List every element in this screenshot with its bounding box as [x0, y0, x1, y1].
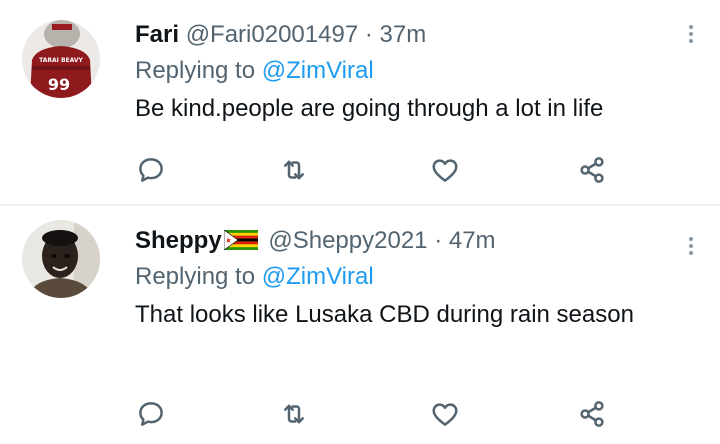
- tweet-header: Fari @Fari02001497 · 37m: [135, 18, 680, 52]
- retweet-button[interactable]: [274, 394, 314, 434]
- timestamp[interactable]: 37m: [380, 21, 427, 48]
- svg-text:99: 99: [48, 75, 70, 94]
- share-button[interactable]: [572, 394, 612, 434]
- share-button[interactable]: [572, 150, 612, 190]
- display-name[interactable]: Fari: [135, 21, 179, 48]
- tweet-content: Sheppy @Sheppy2021 · 47m Replying to @Zi…: [135, 224, 680, 334]
- like-icon: [432, 159, 458, 182]
- reply-icon: [139, 158, 163, 182]
- separator-dot: ·: [434, 227, 443, 254]
- reply-button[interactable]: [131, 394, 171, 434]
- tweet-text: That looks like Lusaka CBD during rain s…: [135, 301, 634, 328]
- avatar-image: TARAI BEAVY 99: [22, 20, 100, 98]
- share-icon: [580, 157, 604, 183]
- zimbabwe-flag-icon: [223, 230, 258, 250]
- reply-icon: [139, 402, 163, 426]
- tweet[interactable]: TARAI BEAVY 99 Fari @Fari02001497 · 37m …: [0, 0, 720, 204]
- replying-prefix: Replying to: [135, 263, 256, 290]
- more-icon[interactable]: [688, 22, 694, 46]
- replying-to: Replying to @ZimViral: [135, 54, 680, 88]
- more-icon[interactable]: [688, 234, 694, 258]
- tweet-content: Fari @Fari02001497 · 37m Replying to @Zi…: [135, 18, 680, 128]
- retweet-button[interactable]: [274, 150, 314, 190]
- retweet-icon: [284, 404, 304, 424]
- tweet-header: Sheppy @Sheppy2021 · 47m: [135, 224, 680, 258]
- separator-dot: ·: [364, 21, 373, 48]
- like-button[interactable]: [425, 394, 465, 434]
- retweet-icon: [284, 160, 304, 180]
- like-icon: [432, 403, 458, 426]
- like-button[interactable]: [425, 150, 465, 190]
- reply-button[interactable]: [131, 150, 171, 190]
- avatar[interactable]: TARAI BEAVY 99: [22, 20, 100, 98]
- tweet[interactable]: Sheppy @Sheppy2021 · 47m Replying to @Zi…: [0, 206, 720, 444]
- mention-link[interactable]: @ZimViral: [262, 57, 374, 84]
- user-handle[interactable]: @Fari02001497: [186, 21, 358, 48]
- timestamp[interactable]: 47m: [449, 227, 496, 254]
- avatar-image: [22, 220, 100, 298]
- svg-text:TARAI BEAVY: TARAI BEAVY: [39, 57, 83, 64]
- mention-link[interactable]: @ZimViral: [262, 263, 374, 290]
- tweet-actions: [0, 150, 720, 190]
- avatar[interactable]: [22, 220, 100, 298]
- replying-prefix: Replying to: [135, 57, 256, 84]
- tweet-actions: [0, 394, 720, 434]
- user-handle[interactable]: @Sheppy2021: [268, 227, 427, 254]
- display-name[interactable]: Sheppy: [135, 227, 222, 254]
- tweet-text: Be kind.people are going through a lot i…: [135, 95, 604, 122]
- replying-to: Replying to @ZimViral: [135, 260, 680, 294]
- share-icon: [580, 401, 604, 427]
